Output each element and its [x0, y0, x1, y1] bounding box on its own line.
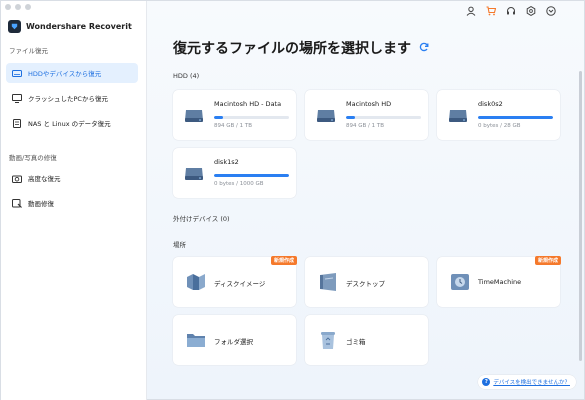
monitor-icon	[12, 93, 22, 103]
drive-usage-fill	[214, 116, 223, 119]
headset-icon[interactable]	[505, 5, 516, 16]
hard-drive-icon	[185, 110, 203, 122]
drive-usage-bar	[214, 116, 289, 119]
help-link-text: デバイスを検出できませんか？	[493, 380, 570, 386]
folder-icon	[184, 328, 208, 352]
location-select-folder[interactable]: フォルダ選択	[173, 315, 296, 365]
sidebar-item-label: NAS と Linux のデータ復元	[28, 120, 111, 128]
repair-section-label: 動画/写真の修復	[9, 154, 57, 162]
recoverit-logo-icon	[8, 20, 21, 33]
sidebar-item-crashed-pc[interactable]: クラッシュしたPCから復元	[6, 88, 138, 108]
drive-card[interactable]: disk0s2 0 bytes / 28 GB	[437, 90, 560, 140]
scrollbar[interactable]	[579, 71, 582, 361]
question-icon: ?	[482, 378, 491, 386]
file-recovery-section-label: ファイル復元	[9, 47, 48, 55]
window-controls	[5, 4, 31, 10]
refresh-icon[interactable]	[419, 40, 429, 56]
external-devices-label: 外付けデバイス (0)	[173, 215, 230, 223]
close-window-button[interactable]	[5, 4, 11, 10]
drive-size: 0 bytes / 28 GB	[478, 123, 521, 129]
drive-card[interactable]: Macintosh HD - Data 894 GB / 1 TB	[173, 90, 296, 140]
video-repair-icon	[12, 198, 22, 208]
drive-name: disk0s2	[478, 100, 503, 108]
sidebar-item-nas-linux[interactable]: NAS と Linux のデータ復元	[6, 113, 138, 133]
location-time-machine[interactable]: TimeMachine 新規作成	[437, 256, 561, 307]
cart-icon[interactable]	[485, 5, 496, 16]
page-title-text: 復元するファイルの場所を選択します	[173, 41, 411, 57]
drive-usage-bar	[214, 174, 289, 177]
page-title: 復元するファイルの場所を選択します	[173, 38, 429, 58]
sidebar-item-label: 高度な復元	[28, 175, 61, 183]
desktop-icon	[316, 270, 340, 294]
hard-drive-icon	[185, 168, 203, 180]
hdd-section-label: HDD (4)	[173, 72, 200, 80]
help-link[interactable]: ? デバイスを検出できませんか？	[478, 375, 576, 389]
drive-usage-bar	[346, 116, 421, 119]
app-window: Wondershare Recoverit ファイル復元 HDDやデバイスから復…	[0, 0, 585, 400]
sidebar: Wondershare Recoverit ファイル復元 HDDやデバイスから復…	[1, 1, 147, 400]
server-icon	[12, 118, 22, 128]
location-name: ゴミ箱	[346, 338, 366, 346]
drive-card[interactable]: Macintosh HD 894 GB / 1 TB	[305, 90, 428, 140]
drive-usage-fill	[346, 116, 355, 119]
minimize-window-button[interactable]	[15, 4, 21, 10]
trash-icon	[316, 328, 340, 352]
location-desktop[interactable]: デスクトップ	[305, 257, 428, 307]
drive-card[interactable]: disk1s2 0 bytes / 1000 GB	[173, 148, 296, 198]
location-name: フォルダ選択	[214, 338, 253, 346]
new-badge: 新規作成	[270, 256, 297, 265]
locations-section-label: 場所	[173, 241, 186, 249]
location-name: デスクトップ	[346, 280, 385, 288]
settings-icon[interactable]	[525, 5, 536, 16]
user-icon[interactable]	[465, 5, 476, 16]
top-toolbar	[465, 5, 556, 16]
hard-drive-icon	[317, 110, 335, 122]
drive-usage-fill	[214, 174, 289, 177]
shield-icon[interactable]	[545, 5, 556, 16]
disk-image-icon	[184, 270, 208, 294]
sidebar-item-video-repair[interactable]: 動画修復	[6, 193, 138, 213]
hard-drive-icon	[12, 69, 22, 77]
camera-icon	[12, 174, 22, 183]
sidebar-item-label: 動画修復	[28, 200, 54, 208]
brand: Wondershare Recoverit	[8, 20, 132, 33]
drive-name: Macintosh HD	[346, 100, 392, 108]
drive-size: 894 GB / 1 TB	[214, 123, 253, 129]
location-disk-image[interactable]: ディスクイメージ 新規作成	[173, 256, 297, 307]
drive-usage-bar	[478, 116, 553, 119]
location-trash[interactable]: ゴミ箱	[305, 315, 428, 365]
drive-size: 894 GB / 1 TB	[346, 123, 385, 129]
drive-name: disk1s2	[214, 158, 239, 166]
time-machine-icon	[448, 270, 472, 294]
sidebar-item-hdd-recovery[interactable]: HDDやデバイスから復元	[6, 63, 138, 83]
app-name: Wondershare Recoverit	[26, 22, 132, 31]
drive-size: 0 bytes / 1000 GB	[214, 181, 264, 187]
hard-drive-icon	[449, 110, 467, 122]
location-name: ディスクイメージ	[214, 280, 266, 288]
drive-name: Macintosh HD - Data	[214, 100, 282, 108]
sidebar-item-label: HDDやデバイスから復元	[28, 70, 102, 78]
drive-usage-fill	[478, 116, 553, 119]
zoom-window-button[interactable]	[25, 4, 31, 10]
new-badge: 新規作成	[534, 256, 561, 265]
sidebar-item-advanced-recovery[interactable]: 高度な復元	[6, 168, 138, 188]
location-name: TimeMachine	[478, 278, 522, 286]
sidebar-item-label: クラッシュしたPCから復元	[28, 95, 108, 103]
